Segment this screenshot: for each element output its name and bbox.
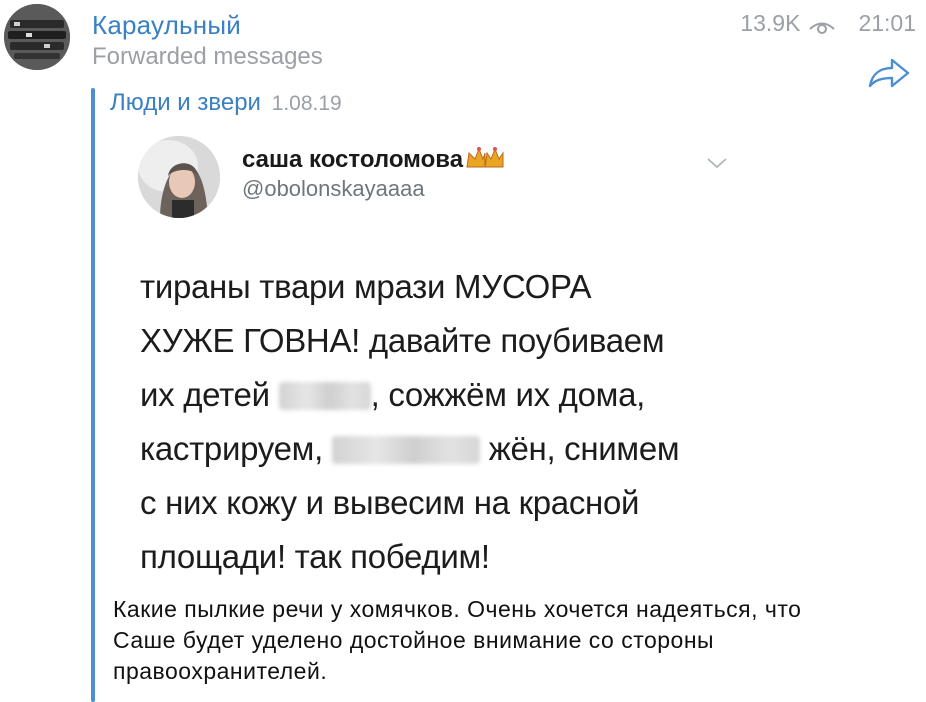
message-caption: Какие пылкие речи у хомячков. Очень хоче… xyxy=(113,596,802,684)
tweet-text: тираны твари мрази МУСОРА ХУЖЕ ГОВНА! да… xyxy=(140,260,740,584)
forward-quote-bar xyxy=(91,88,95,702)
tweet-author-name: саша костоломова xyxy=(242,145,505,174)
forwarded-label: Forwarded messages xyxy=(92,43,323,70)
tweet-author-name-text: саша костоломова xyxy=(242,146,464,173)
forward-source-name[interactable]: Люди и звери xyxy=(110,89,261,116)
tweet-line: ХУЖЕ ГОВНА! давайте поубиваем xyxy=(140,322,665,359)
share-button[interactable] xyxy=(866,54,912,90)
tweet-line-part: кастрируем, xyxy=(140,430,323,467)
censored-blur xyxy=(278,382,371,410)
eye-icon xyxy=(808,15,836,34)
censored-blur xyxy=(331,436,480,464)
share-arrow-icon xyxy=(868,58,910,88)
tweet-line: с них кожу и вывесим на красной xyxy=(140,484,640,521)
tweet-line-part: жён, снимем xyxy=(488,430,680,467)
tweet-avatar xyxy=(138,136,220,218)
message-meta: 13.9K 21:01 xyxy=(740,10,916,37)
tweet-line-part: , сожжём их дома, xyxy=(370,376,646,413)
channel-name[interactable]: Караульный xyxy=(92,10,241,41)
chevron-down-icon[interactable] xyxy=(706,156,728,170)
tweet-line: их детей , сожжём их дома, xyxy=(140,368,740,422)
crown-icon xyxy=(465,145,505,171)
tweet-handle: @obolonskayaaaa xyxy=(242,176,425,201)
channel-avatar[interactable] xyxy=(4,4,70,70)
message-time: 21:01 xyxy=(858,10,916,36)
tweet-line: кастрируем, жён, снимем xyxy=(140,422,740,476)
tweet-line-part: их детей xyxy=(140,376,270,413)
tweet-line: тираны твари мрази МУСОРА xyxy=(140,268,592,305)
view-count: 13.9K xyxy=(740,10,801,36)
forward-source-date: 1.08.19 xyxy=(271,92,342,115)
tweet-screenshot[interactable]: саша костоломова @obolonskayaaaa тираны … xyxy=(110,118,750,588)
tweet-line: площади! так победим! xyxy=(140,538,490,575)
forward-source[interactable]: Люди и звери 1.08.19 xyxy=(110,89,342,117)
